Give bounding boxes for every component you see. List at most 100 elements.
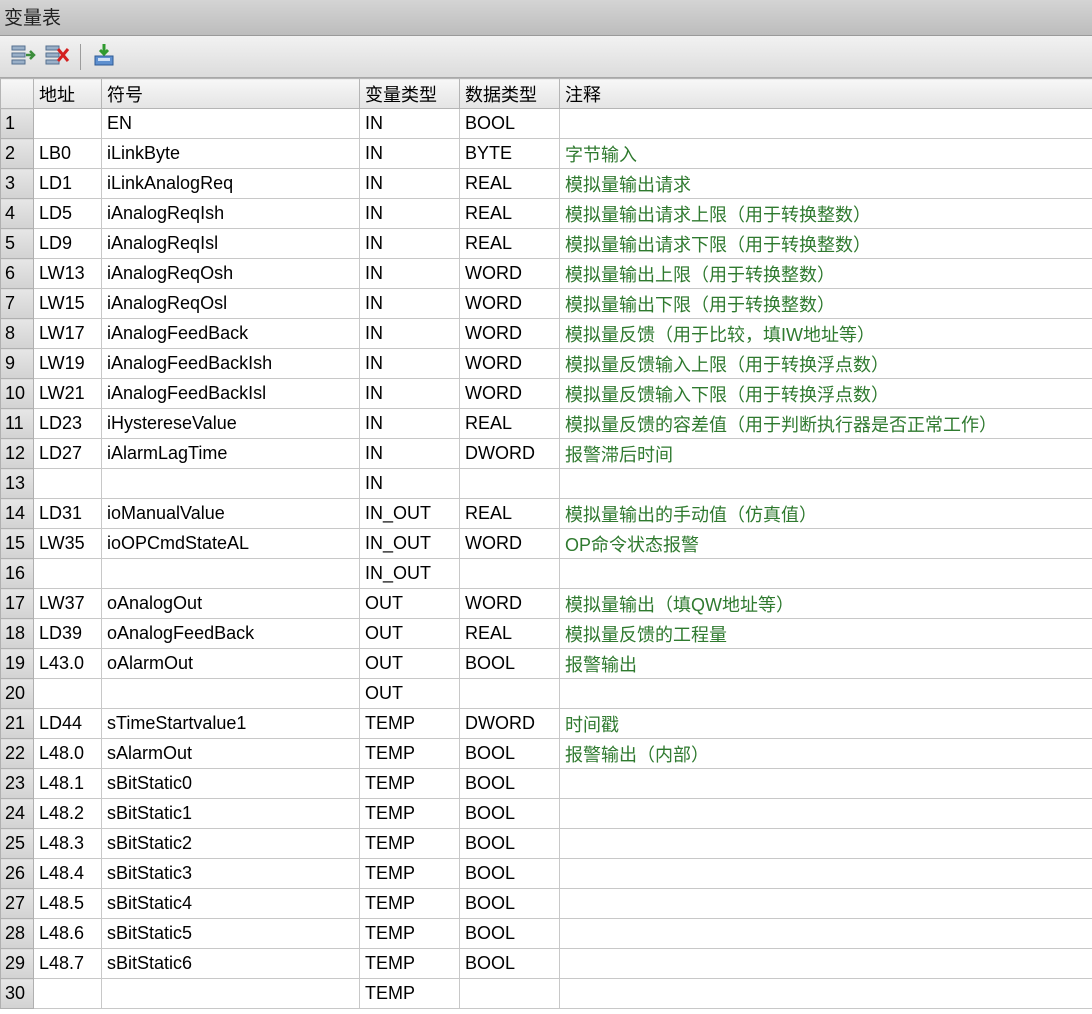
data-type-cell[interactable] — [459, 978, 560, 1009]
var-type-cell[interactable]: TEMP — [359, 858, 460, 889]
var-type-cell[interactable]: TEMP — [359, 918, 460, 949]
address-cell[interactable] — [33, 678, 102, 709]
data-type-cell[interactable]: BOOL — [459, 948, 560, 979]
data-type-cell[interactable]: REAL — [459, 168, 560, 199]
address-column-header[interactable]: 地址 — [33, 78, 102, 109]
data-type-cell[interactable] — [459, 468, 560, 499]
address-cell[interactable]: LW35 — [33, 528, 102, 559]
table-row[interactable]: 28 L48.6 sBitStatic5 TEMP BOOL — [0, 918, 1092, 949]
symbol-cell[interactable]: iHystereseValue — [101, 408, 360, 439]
row-number-cell[interactable]: 28 — [0, 918, 34, 949]
row-number-cell[interactable]: 24 — [0, 798, 34, 829]
var-type-cell[interactable]: IN — [359, 198, 460, 229]
row-number-cell[interactable]: 21 — [0, 708, 34, 739]
address-cell[interactable]: L48.4 — [33, 858, 102, 889]
symbol-cell[interactable]: iAnalogFeedBack — [101, 318, 360, 349]
comment-cell[interactable] — [559, 678, 1092, 709]
row-number-cell[interactable]: 16 — [0, 558, 34, 589]
table-row[interactable]: 8 LW17 iAnalogFeedBack IN WORD 模拟量反馈（用于比较，填IW… — [0, 318, 1092, 349]
var-type-cell[interactable]: IN_OUT — [359, 528, 460, 559]
table-row[interactable]: 16 IN_OUT — [0, 558, 1092, 589]
delete-row-button[interactable] — [42, 42, 72, 72]
comment-cell[interactable] — [559, 468, 1092, 499]
data-type-cell[interactable]: DWORD — [459, 708, 560, 739]
symbol-cell[interactable]: iAnalogReqOsh — [101, 258, 360, 289]
data-type-cell[interactable]: DWORD — [459, 438, 560, 469]
var-type-cell[interactable]: IN — [359, 288, 460, 319]
symbol-cell[interactable]: sAlarmOut — [101, 738, 360, 769]
table-row[interactable]: 27 L48.5 sBitStatic4 TEMP BOOL — [0, 888, 1092, 919]
address-cell[interactable]: L48.5 — [33, 888, 102, 919]
row-number-cell[interactable]: 22 — [0, 738, 34, 769]
data-type-cell[interactable]: WORD — [459, 588, 560, 619]
address-cell[interactable] — [33, 108, 102, 139]
address-cell[interactable]: LW19 — [33, 348, 102, 379]
row-number-cell[interactable]: 2 — [0, 138, 34, 169]
var-type-cell[interactable]: IN — [359, 318, 460, 349]
symbol-cell[interactable]: iLinkAnalogReq — [101, 168, 360, 199]
table-row[interactable]: 13 IN — [0, 468, 1092, 499]
table-row[interactable]: 2 LB0 iLinkByte IN BYTE 字节输入 — [0, 138, 1092, 169]
address-cell[interactable]: LD27 — [33, 438, 102, 469]
symbol-cell[interactable] — [101, 558, 360, 589]
address-cell[interactable]: LD1 — [33, 168, 102, 199]
row-number-cell[interactable]: 10 — [0, 378, 34, 409]
address-cell[interactable]: LD31 — [33, 498, 102, 529]
data-type-cell[interactable]: BOOL — [459, 738, 560, 769]
row-number-cell[interactable]: 30 — [0, 978, 34, 1009]
row-number-cell[interactable]: 29 — [0, 948, 34, 979]
comment-cell[interactable]: 模拟量输出上限（用于转换整数） — [559, 258, 1092, 289]
symbol-cell[interactable]: sBitStatic4 — [101, 888, 360, 919]
symbol-cell[interactable]: oAlarmOut — [101, 648, 360, 679]
comment-cell[interactable]: 模拟量反馈（用于比较，填IW地址等） — [559, 318, 1092, 349]
var-type-cell[interactable]: IN — [359, 228, 460, 259]
symbol-cell[interactable]: iAnalogReqOsl — [101, 288, 360, 319]
data-type-cell[interactable]: BOOL — [459, 768, 560, 799]
data-type-cell[interactable]: WORD — [459, 528, 560, 559]
comment-cell[interactable]: 模拟量输出的手动值（仿真值） — [559, 498, 1092, 529]
symbol-column-header[interactable]: 符号 — [101, 78, 360, 109]
table-row[interactable]: 25 L48.3 sBitStatic2 TEMP BOOL — [0, 828, 1092, 859]
data-type-cell[interactable]: REAL — [459, 198, 560, 229]
var-type-cell[interactable]: OUT — [359, 648, 460, 679]
data-type-cell[interactable]: REAL — [459, 498, 560, 529]
comment-cell[interactable]: 模拟量输出请求 — [559, 168, 1092, 199]
symbol-cell[interactable]: iLinkByte — [101, 138, 360, 169]
var-type-cell[interactable]: IN — [359, 168, 460, 199]
comment-cell[interactable]: 模拟量反馈输入上限（用于转换浮点数） — [559, 348, 1092, 379]
comment-cell[interactable] — [559, 858, 1092, 889]
var-type-cell[interactable]: TEMP — [359, 708, 460, 739]
address-cell[interactable]: LW37 — [33, 588, 102, 619]
data-type-cell[interactable]: REAL — [459, 228, 560, 259]
comment-cell[interactable]: 模拟量反馈的工程量 — [559, 618, 1092, 649]
data-type-cell[interactable]: WORD — [459, 318, 560, 349]
comment-cell[interactable]: 模拟量反馈输入下限（用于转换浮点数） — [559, 378, 1092, 409]
comment-cell[interactable]: 时间戳 — [559, 708, 1092, 739]
row-number-cell[interactable]: 7 — [0, 288, 34, 319]
row-number-cell[interactable]: 18 — [0, 618, 34, 649]
symbol-cell[interactable]: EN — [101, 108, 360, 139]
symbol-cell[interactable]: iAnalogReqIsl — [101, 228, 360, 259]
var-type-cell[interactable]: IN — [359, 108, 460, 139]
symbol-cell[interactable]: oAnalogFeedBack — [101, 618, 360, 649]
symbol-cell[interactable] — [101, 978, 360, 1009]
data-type-cell[interactable]: BOOL — [459, 888, 560, 919]
row-number-cell[interactable]: 25 — [0, 828, 34, 859]
var-type-cell[interactable]: IN — [359, 438, 460, 469]
row-number-cell[interactable]: 27 — [0, 888, 34, 919]
address-cell[interactable]: L48.1 — [33, 768, 102, 799]
row-number-cell[interactable]: 6 — [0, 258, 34, 289]
comment-cell[interactable]: 报警滞后时间 — [559, 438, 1092, 469]
address-cell[interactable]: LW13 — [33, 258, 102, 289]
address-cell[interactable]: L43.0 — [33, 648, 102, 679]
var-type-cell[interactable]: TEMP — [359, 828, 460, 859]
symbol-cell[interactable]: iAnalogFeedBackIsh — [101, 348, 360, 379]
data-type-cell[interactable] — [459, 558, 560, 589]
var-type-cell[interactable]: IN — [359, 258, 460, 289]
symbol-cell[interactable]: iAlarmLagTime — [101, 438, 360, 469]
symbol-cell[interactable]: sBitStatic0 — [101, 768, 360, 799]
symbol-cell[interactable]: oAnalogOut — [101, 588, 360, 619]
var-type-cell[interactable]: IN_OUT — [359, 498, 460, 529]
address-cell[interactable]: LW21 — [33, 378, 102, 409]
comment-cell[interactable]: 模拟量输出请求下限（用于转换整数） — [559, 228, 1092, 259]
